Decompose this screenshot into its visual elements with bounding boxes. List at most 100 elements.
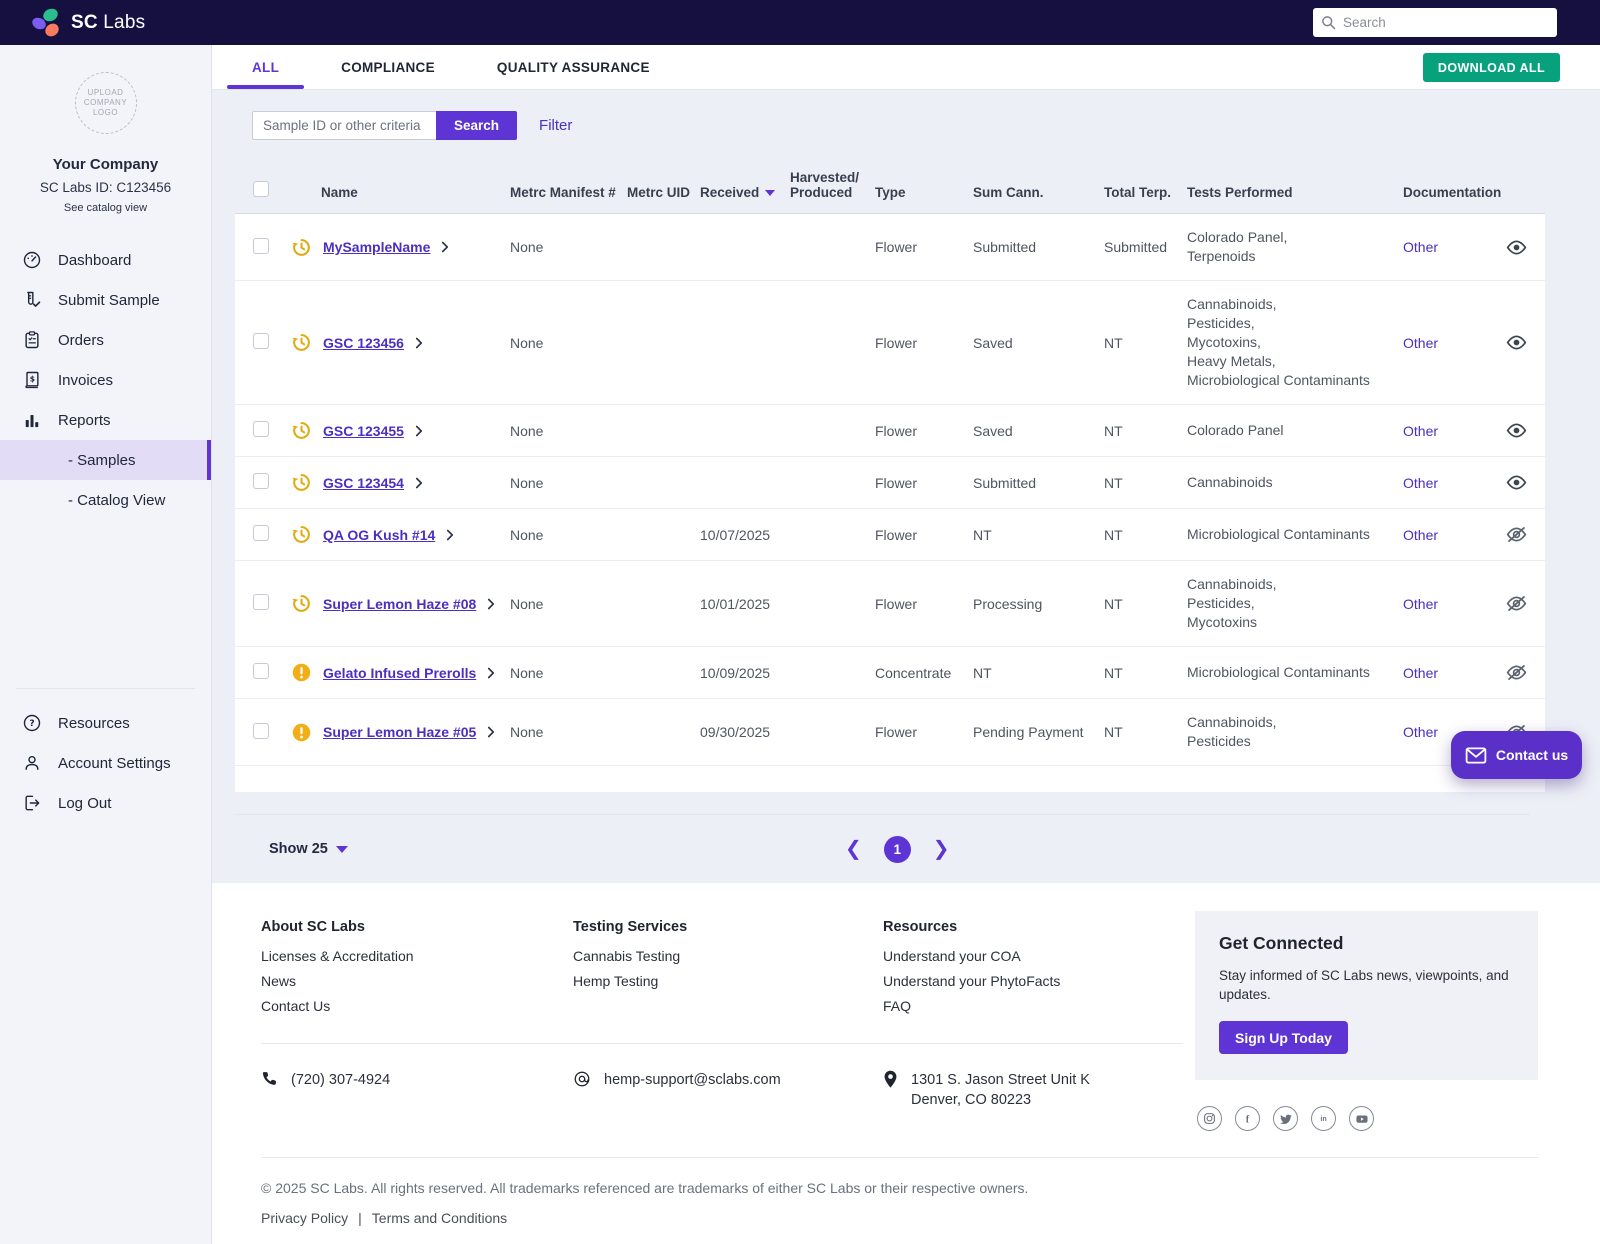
chevron-down-icon (336, 846, 348, 853)
select-all-checkbox[interactable] (253, 181, 269, 197)
sample-name-link[interactable]: GSC 123454 (323, 475, 404, 491)
see-catalog-view-link[interactable]: See catalog view (0, 202, 211, 214)
sc-labs-logo-icon (32, 7, 62, 39)
chevron-right-icon (446, 529, 454, 541)
facebook-icon[interactable]: f (1235, 1106, 1260, 1131)
sample-name-link[interactable]: Gelato Infused Prerolls (323, 665, 476, 681)
page-size-select[interactable]: Show 25 (269, 841, 348, 857)
col-header-total-terp[interactable]: Total Terp. (1104, 185, 1187, 200)
row-checkbox[interactable] (253, 594, 269, 610)
terms-link[interactable]: Terms and Conditions (372, 1210, 507, 1226)
col-header-documentation[interactable]: Documentation (1403, 185, 1500, 200)
footer-link-understand-phytofacts[interactable]: Understand your PhytoFacts (883, 973, 1183, 989)
upload-company-logo[interactable]: UPLOAD COMPANY LOGO (75, 72, 137, 134)
sidebar-item-log-out[interactable]: Log Out (0, 783, 211, 823)
sample-name-link[interactable]: GSC 123455 (323, 423, 404, 439)
sample-name-link[interactable]: MySampleName (323, 239, 430, 255)
sidebar-item-catalog-view[interactable]: - Catalog View (0, 480, 211, 520)
svg-text:f: f (1246, 1114, 1250, 1125)
sidebar-item-label: Account Settings (58, 755, 171, 772)
eye-off-icon[interactable] (1506, 595, 1527, 612)
footer-link-faq[interactable]: FAQ (883, 998, 1183, 1014)
footer: About SC Labs Licenses & Accreditation N… (212, 883, 1600, 1244)
row-checkbox[interactable] (253, 525, 269, 541)
col-header-sum-cann[interactable]: Sum Cann. (973, 185, 1104, 200)
col-header-harvested[interactable]: Harvested/Produced (790, 170, 875, 200)
sidebar-item-samples[interactable]: - Samples (0, 440, 211, 480)
privacy-policy-link[interactable]: Privacy Policy (261, 1210, 348, 1226)
sign-up-today-button[interactable]: Sign Up Today (1219, 1021, 1348, 1054)
sidebar-item-account-settings[interactable]: Account Settings (0, 743, 211, 783)
linkedin-icon[interactable]: in (1311, 1106, 1336, 1131)
sample-search-input[interactable] (252, 111, 436, 140)
sidebar-item-invoices[interactable]: $ Invoices (0, 360, 211, 400)
documentation-other-link[interactable]: Other (1403, 239, 1438, 255)
prev-page-button[interactable]: ❮ (845, 839, 862, 859)
tab-all[interactable]: ALL (227, 45, 304, 89)
youtube-icon[interactable] (1349, 1106, 1374, 1131)
documentation-other-link[interactable]: Other (1403, 724, 1438, 740)
sample-name-link[interactable]: Super Lemon Haze #08 (323, 596, 476, 612)
eye-off-icon[interactable] (1506, 526, 1527, 543)
documentation-other-link[interactable]: Other (1403, 665, 1438, 681)
eye-icon[interactable] (1506, 239, 1527, 256)
footer-link-hemp-testing[interactable]: Hemp Testing (573, 973, 883, 989)
chevron-right-icon (487, 667, 495, 679)
tab-compliance[interactable]: COMPLIANCE (316, 45, 460, 89)
documentation-other-link[interactable]: Other (1403, 527, 1438, 543)
test-item: Pesticides, (1187, 594, 1403, 613)
sidebar-item-orders[interactable]: Orders (0, 320, 211, 360)
download-all-button[interactable]: DOWNLOAD ALL (1423, 53, 1560, 82)
contact-us-button[interactable]: Contact us (1451, 731, 1582, 779)
sidebar-item-dashboard[interactable]: Dashboard (0, 240, 211, 280)
footer-email-address[interactable]: hemp-support@sclabs.com (604, 1070, 781, 1090)
row-checkbox[interactable] (253, 238, 269, 254)
footer-address-text[interactable]: 1301 S. Jason Street Unit KDenver, CO 80… (911, 1070, 1090, 1110)
row-checkbox[interactable] (253, 333, 269, 349)
twitter-icon[interactable] (1273, 1106, 1298, 1131)
top-navbar: SC Labs (0, 0, 1600, 45)
global-search-input[interactable] (1343, 15, 1549, 30)
footer-link-cannabis-testing[interactable]: Cannabis Testing (573, 948, 883, 964)
footer-link-contact-us[interactable]: Contact Us (261, 998, 573, 1014)
sample-name-link[interactable]: Super Lemon Haze #05 (323, 724, 476, 740)
col-header-name[interactable]: Name (291, 185, 510, 200)
sidebar-item-resources[interactable]: ? Resources (0, 703, 211, 743)
tab-quality-assurance[interactable]: QUALITY ASSURANCE (472, 45, 675, 89)
col-header-uid[interactable]: Metrc UID (627, 185, 700, 200)
instagram-icon[interactable] (1197, 1106, 1222, 1131)
eye-icon[interactable] (1506, 334, 1527, 351)
cell-manifest: None (510, 724, 627, 740)
footer-phone-number[interactable]: (720) 307-4924 (291, 1070, 390, 1090)
documentation-other-link[interactable]: Other (1403, 596, 1438, 612)
footer-email: hemp-support@sclabs.com (573, 1070, 883, 1110)
eye-icon[interactable] (1506, 422, 1527, 439)
sidebar-item-submit-sample[interactable]: Submit Sample (0, 280, 211, 320)
sample-name-link[interactable]: QA OG Kush #14 (323, 527, 435, 543)
documentation-other-link[interactable]: Other (1403, 475, 1438, 491)
row-checkbox[interactable] (253, 473, 269, 489)
footer-link-understand-coa[interactable]: Understand your COA (883, 948, 1183, 964)
user-icon (22, 753, 42, 773)
next-page-button[interactable]: ❯ (933, 839, 950, 859)
sidebar-item-reports[interactable]: Reports (0, 400, 211, 440)
col-header-manifest[interactable]: Metrc Manifest # (510, 185, 627, 200)
documentation-other-link[interactable]: Other (1403, 423, 1438, 439)
row-checkbox[interactable] (253, 723, 269, 739)
footer-link-news[interactable]: News (261, 973, 573, 989)
col-header-tests[interactable]: Tests Performed (1187, 185, 1403, 200)
search-button[interactable]: Search (436, 111, 517, 140)
cell-total-terp: NT (1104, 423, 1187, 439)
col-header-received[interactable]: Received (700, 185, 790, 200)
eye-off-icon[interactable] (1506, 664, 1527, 681)
sample-name-link[interactable]: GSC 123456 (323, 335, 404, 351)
row-checkbox[interactable] (253, 663, 269, 679)
row-checkbox[interactable] (253, 421, 269, 437)
filter-link[interactable]: Filter (539, 117, 572, 134)
current-page-button[interactable]: 1 (884, 836, 911, 863)
footer-link-licenses[interactable]: Licenses & Accreditation (261, 948, 573, 964)
cell-sum-cann: Submitted (973, 475, 1104, 491)
documentation-other-link[interactable]: Other (1403, 335, 1438, 351)
col-header-type[interactable]: Type (875, 185, 973, 200)
eye-icon[interactable] (1506, 474, 1527, 491)
